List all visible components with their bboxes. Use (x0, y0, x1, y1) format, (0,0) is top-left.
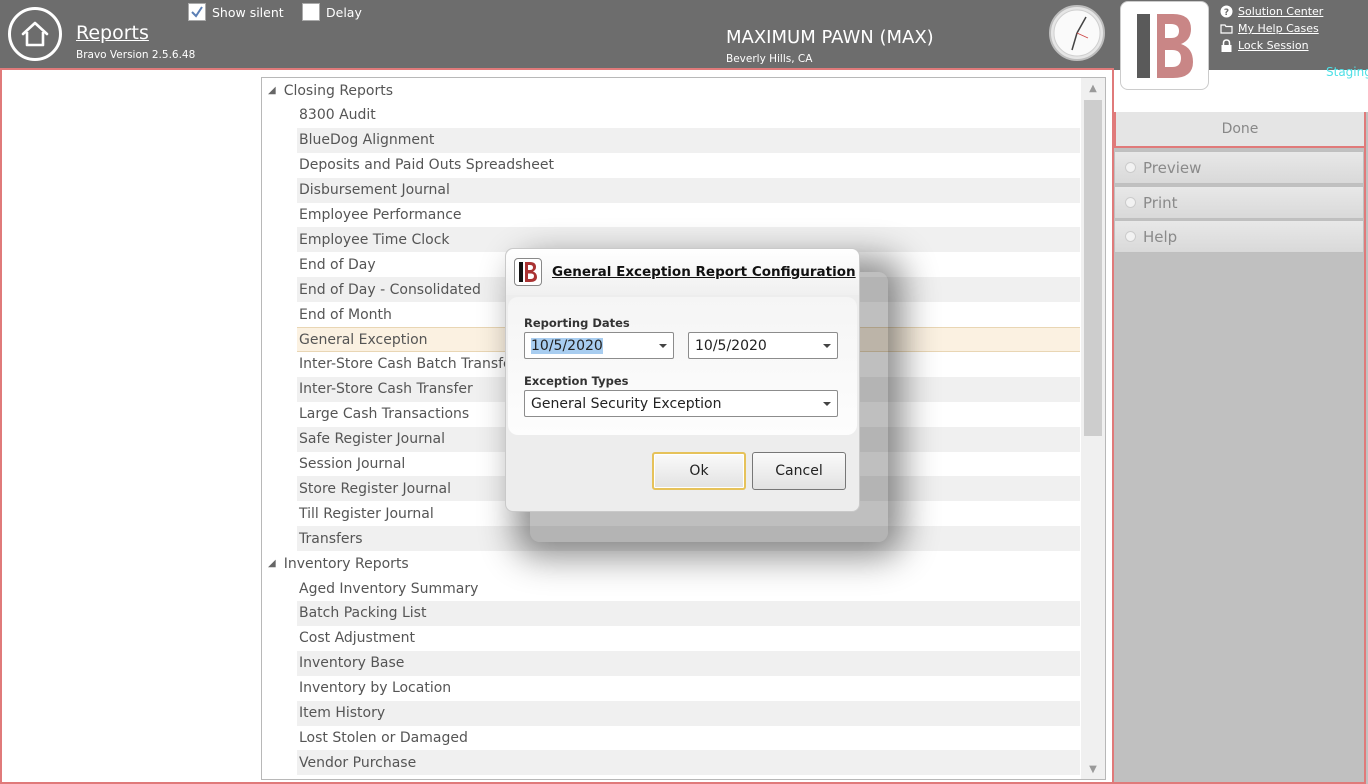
ok-button[interactable]: Ok (652, 452, 746, 490)
end-date-value: 10/5/2020 (695, 337, 767, 354)
tree-group-label: Closing Reports (283, 82, 394, 99)
exception-types-label: Exception Types (524, 374, 629, 388)
tree-scrollbar[interactable]: ▲ ▼ (1081, 78, 1105, 779)
bravo-logo (1120, 1, 1209, 90)
link-label: My Help Cases (1238, 22, 1319, 35)
report-item[interactable]: Deposits and Paid Outs Spreadsheet (297, 153, 1080, 178)
lock-session-link[interactable]: Lock Session (1220, 37, 1323, 54)
print-label: Print (1143, 193, 1178, 212)
scroll-thumb[interactable] (1084, 100, 1102, 436)
home-icon (21, 21, 49, 47)
preview-label: Preview (1143, 158, 1202, 177)
reporting-dates-label: Reporting Dates (524, 316, 630, 330)
app-header: Reports Bravo Version 2.5.6.48 Show sile… (0, 0, 1368, 90)
report-item[interactable]: Lost Stolen or Damaged (297, 725, 1080, 750)
report-item[interactable]: Cost Adjustment (297, 626, 1080, 651)
report-item[interactable]: Batch Packing List (297, 600, 1080, 626)
preview-button[interactable]: Preview (1114, 151, 1364, 184)
link-label: Solution Center (1238, 5, 1324, 18)
report-item[interactable]: Item History (297, 700, 1080, 726)
tree-group-label: Inventory Reports (283, 555, 409, 572)
folder-icon (1220, 24, 1233, 34)
chevron-down-icon[interactable] (823, 402, 831, 406)
lock-icon (1221, 39, 1232, 52)
store-name: MAXIMUM PAWN (MAX) (726, 27, 934, 48)
question-icon: ? (1220, 5, 1233, 18)
report-item[interactable]: Vendor Purchase (297, 750, 1080, 776)
done-button[interactable]: Done (1114, 112, 1366, 148)
solution-center-link[interactable]: ? Solution Center (1220, 3, 1323, 20)
bravo-logo-icon (1136, 13, 1193, 78)
dialog-title: General Exception Report Configuration (552, 264, 856, 280)
store-location: Beverly Hills, CA (726, 53, 813, 65)
help-links: ? Solution Center My Help Cases Lock Ses… (1220, 3, 1323, 54)
exception-config-dialog: General Exception Report Configuration R… (505, 248, 860, 512)
delay-label: Delay (326, 4, 362, 20)
logo-mark (519, 262, 537, 282)
expand-triangle-icon[interactable]: ◢ (268, 85, 276, 96)
show-silent-checkbox[interactable]: Show silent (188, 3, 284, 21)
checkbox-box[interactable] (302, 3, 320, 21)
my-help-cases-link[interactable]: My Help Cases (1220, 20, 1323, 37)
help-label: Help (1143, 227, 1178, 246)
print-button[interactable]: Print (1114, 186, 1364, 219)
home-button[interactable] (8, 7, 62, 61)
scroll-down-icon[interactable]: ▼ (1081, 759, 1105, 779)
report-item[interactable]: Employee Performance (297, 203, 1080, 228)
check-icon (191, 6, 203, 18)
chevron-down-icon[interactable] (823, 344, 831, 348)
bravo-small-logo-icon (514, 258, 542, 286)
clock-icon (1049, 5, 1105, 61)
radio-dot-icon (1125, 197, 1136, 208)
radio-dot-icon (1125, 231, 1136, 242)
cancel-button[interactable]: Cancel (752, 452, 846, 490)
delay-checkbox[interactable]: Delay (302, 3, 362, 21)
checkbox-box[interactable] (188, 3, 206, 21)
help-button[interactable]: Help (1114, 220, 1364, 253)
expand-triangle-icon[interactable]: ◢ (268, 558, 276, 569)
dialog-header: General Exception Report Configuration (506, 249, 859, 295)
radio-dot-icon (1125, 162, 1136, 173)
tree-group[interactable]: ◢ Inventory Reports (262, 551, 1080, 576)
report-item[interactable]: 8300 Audit (297, 103, 1080, 128)
logo-label: BRAVO (1144, 95, 1185, 109)
report-item[interactable]: BlueDog Alignment (297, 127, 1080, 153)
tree-group[interactable]: ◢ Closing Reports (262, 78, 1080, 103)
page-title[interactable]: Reports (76, 22, 149, 44)
link-label: Lock Session (1238, 39, 1309, 52)
end-date-picker[interactable]: 10/5/2020 (688, 332, 838, 359)
start-date-picker[interactable]: 10/5/2020 (524, 332, 674, 359)
svg-text:?: ? (1224, 8, 1229, 18)
report-item[interactable]: Inventory Base (297, 650, 1080, 676)
exception-type-select[interactable]: General Security Exception (524, 390, 838, 417)
environment-badge: Staging (1326, 65, 1368, 79)
scroll-up-icon[interactable]: ▲ (1081, 78, 1105, 98)
report-item[interactable]: Inventory by Location (297, 676, 1080, 701)
chevron-down-icon[interactable] (659, 344, 667, 348)
version-label: Bravo Version 2.5.6.48 (76, 49, 196, 61)
start-date-value: 10/5/2020 (531, 337, 603, 354)
report-item[interactable]: Aged Inventory Summary (297, 576, 1080, 601)
exception-type-value: General Security Exception (531, 395, 722, 412)
report-item[interactable]: Disbursement Journal (297, 177, 1080, 203)
show-silent-label: Show silent (212, 4, 284, 20)
